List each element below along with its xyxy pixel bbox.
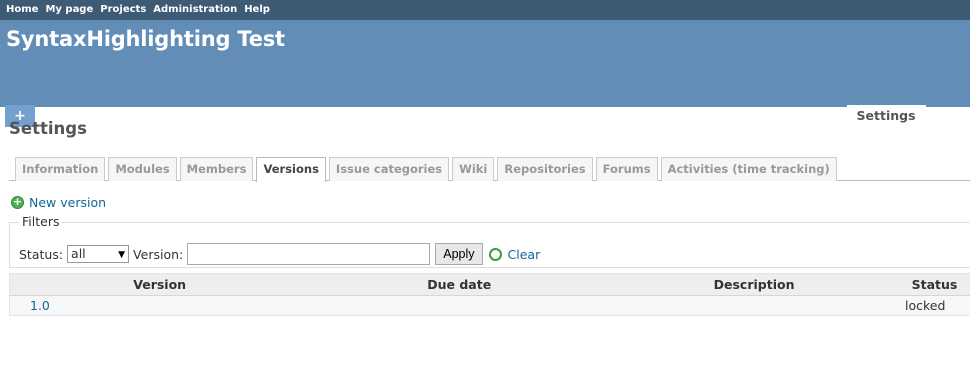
main-menu-gantt[interactable]: Gantt: [347, 105, 407, 127]
status-cell: locked: [899, 295, 970, 316]
header-version[interactable]: Version: [9, 273, 310, 296]
main-menu-calendar[interactable]: Calendar: [407, 105, 490, 127]
project-title: SyntaxHighlighting Test: [6, 27, 285, 51]
version-link[interactable]: 1.0: [30, 298, 50, 313]
reload-icon[interactable]: [488, 247, 502, 261]
main-menu-settings[interactable]: Settings: [846, 105, 926, 127]
header-due-date[interactable]: Due date: [309, 273, 610, 296]
tab-members[interactable]: Members: [179, 157, 254, 181]
top-menu-my-page[interactable]: My page: [45, 0, 93, 20]
main-menu: + Overview Activity Roadmap Issues Gantt…: [5, 105, 926, 127]
main-menu-news[interactable]: News: [490, 105, 548, 127]
tab-wiki[interactable]: Wiki: [452, 157, 495, 181]
clear-link[interactable]: Clear: [508, 247, 541, 262]
top-menu-administration[interactable]: Administration: [153, 0, 237, 20]
tab-activities[interactable]: Activities (time tracking): [660, 157, 837, 181]
header: SyntaxHighlighting Test + Overview Activ…: [0, 20, 970, 127]
tab-issue-categories[interactable]: Issue categories: [328, 157, 450, 181]
status-select-value: all: [71, 246, 86, 261]
dropdown-arrow-icon: ▼: [118, 250, 126, 260]
main-menu-wiki[interactable]: Wiki: [647, 105, 698, 127]
new-version-link[interactable]: + New version: [11, 195, 106, 210]
table-row: 1.0 locked: [9, 295, 970, 316]
filter-row: Status: all ▼ Version: Apply Clear: [19, 243, 540, 265]
tab-modules[interactable]: Modules: [108, 157, 177, 181]
header-status[interactable]: Status: [899, 273, 970, 296]
table-header-row: Version Due date Description Status: [9, 273, 970, 296]
filters-legend[interactable]: Filters: [19, 214, 63, 229]
version-cell: 1.0: [9, 295, 310, 316]
version-input[interactable]: [187, 243, 431, 265]
top-menu-projects[interactable]: Projects: [100, 0, 146, 20]
add-icon: +: [11, 195, 24, 209]
main-menu-repository[interactable]: Repository: [750, 105, 846, 127]
due-date-cell: [309, 295, 610, 316]
filters-fieldset: Filters Status: all ▼ Version: Apply Cle…: [9, 214, 970, 268]
tab-repositories[interactable]: Repositories: [497, 157, 593, 181]
status-label: Status:: [19, 246, 64, 262]
main-menu-activity[interactable]: Activity: [123, 105, 197, 127]
main-menu-roadmap[interactable]: Roadmap: [197, 105, 283, 127]
main-menu-issues[interactable]: Issues: [283, 105, 347, 127]
top-menu: Home My page Projects Administration Hel…: [0, 0, 970, 20]
versions-table: Version Due date Description Status 1.0 …: [9, 273, 970, 316]
tab-information[interactable]: Information: [15, 157, 106, 181]
new-version-label: New version: [29, 195, 107, 210]
page-title: Settings: [9, 119, 87, 138]
status-select[interactable]: all ▼: [67, 245, 130, 263]
top-menu-home[interactable]: Home: [6, 0, 38, 20]
main-menu-documents[interactable]: Documents: [547, 105, 646, 127]
settings-tabs: Information Modules Members Versions Iss…: [9, 157, 970, 182]
description-cell: [609, 295, 899, 316]
top-menu-help[interactable]: Help: [244, 0, 270, 20]
header-description: Description: [609, 273, 899, 296]
main-menu-files[interactable]: Files: [697, 105, 750, 127]
tab-forums[interactable]: Forums: [595, 157, 658, 181]
version-label: Version:: [133, 246, 184, 262]
apply-button[interactable]: Apply: [435, 243, 483, 265]
tab-versions[interactable]: Versions: [256, 157, 326, 182]
